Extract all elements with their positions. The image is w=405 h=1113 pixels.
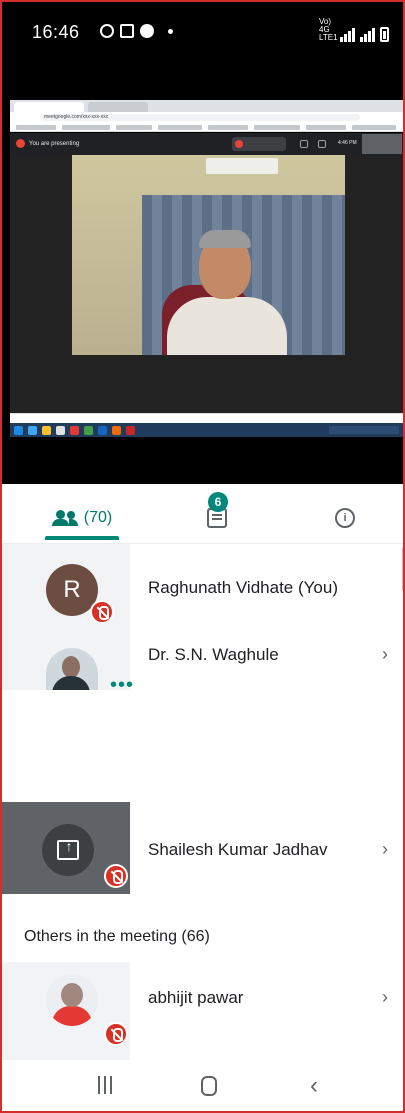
camera-frame: [72, 155, 345, 355]
tab-people[interactable]: (70): [42, 498, 122, 540]
signal-2-icon: [360, 28, 375, 42]
start-icon: [14, 426, 23, 435]
presenter-avatar-icon: [235, 140, 243, 148]
back-icon[interactable]: ‹: [310, 1072, 318, 1100]
signal-icon: [340, 28, 355, 42]
mic-off-icon: [90, 600, 114, 624]
android-nav-bar: ‹: [2, 1060, 403, 1111]
participant-row[interactable]: abhijit pawar ›: [2, 962, 403, 1060]
bookmark-item: [16, 125, 56, 130]
browser-tab-strip: [10, 100, 403, 112]
bookmark-item: [254, 125, 300, 130]
more-options-icon[interactable]: •••: [110, 675, 134, 695]
presenting-indicator: You are presenting: [16, 139, 79, 148]
presenting-label: You are presenting: [29, 140, 80, 147]
browser-tab: [88, 102, 148, 112]
camera-feed: [10, 155, 403, 413]
video-stage[interactable]: meetgoogle.com/xxx-xxx-xxx You are prese…: [2, 72, 403, 484]
participant-row[interactable]: R Raghunath Vidhate (You): [2, 544, 403, 690]
photo-head: [62, 656, 80, 678]
avatar-photo: [46, 648, 98, 690]
participant-tile: [2, 802, 130, 894]
photo-head: [61, 983, 83, 1007]
presenter-pill: [232, 137, 286, 151]
meet-top-bar: You are presenting 4:46 PM: [10, 133, 403, 155]
phone-screen: 16:46 Vo) 4G LTE1 meetgoogle.com/xxx-xxx…: [0, 0, 405, 1113]
bookmark-item: [208, 125, 248, 130]
bookmark-item: [352, 125, 396, 130]
participant-name: Shailesh Kumar Jadhav: [148, 840, 328, 859]
whatsapp-icon: [100, 24, 114, 38]
chevron-right-icon[interactable]: ›: [382, 987, 388, 1008]
presenting-screen-icon: [42, 824, 94, 876]
browser-tab: [14, 102, 84, 112]
people-count: (70): [83, 509, 113, 526]
folder-icon: [42, 426, 51, 435]
app-icon: [70, 426, 79, 435]
people-icon: [51, 510, 78, 526]
home-icon[interactable]: [201, 1076, 217, 1096]
app-icon: [56, 426, 65, 435]
system-tray: [329, 426, 399, 434]
screen-share: meetgoogle.com/xxx-xxx-xxx You are prese…: [10, 100, 403, 465]
participant-name: Raghunath Vidhate (You): [148, 578, 338, 597]
bookmark-item: [158, 125, 202, 130]
recent-apps-icon[interactable]: [98, 1076, 112, 1094]
address-input: meetgoogle.com/xxx-xxx-xxx: [40, 114, 360, 121]
chevron-right-icon[interactable]: ›: [382, 839, 388, 860]
person-body: [167, 297, 287, 355]
chevron-right-icon[interactable]: ›: [382, 644, 388, 665]
meeting-tabs: (70) 6 i: [2, 484, 403, 544]
status-right: Vo) 4G LTE1: [319, 18, 389, 42]
mic-off-icon: [104, 1022, 128, 1046]
chat-unread-badge: 6: [208, 492, 228, 512]
person-hair: [199, 230, 251, 248]
bookmark-item: [62, 125, 110, 130]
participant-row[interactable]: Shailesh Kumar Jadhav ›: [2, 802, 403, 894]
status-bar: 16:46 Vo) 4G LTE1: [2, 2, 403, 72]
status-time: 16:46: [32, 22, 80, 42]
presenting-icon: [16, 139, 25, 148]
camera-bottom-area: [10, 355, 403, 413]
mic-off-icon: [104, 864, 128, 888]
participant-tile: R: [2, 544, 130, 690]
bookmark-item: [306, 125, 346, 130]
more-notifications-dot-icon: [168, 28, 173, 34]
gallery-icon: [120, 24, 134, 38]
notification-circle-icon: [140, 24, 154, 38]
air-conditioner: [206, 158, 278, 174]
meet-clock: 4:46 PM: [338, 140, 357, 146]
photo-body: [52, 1006, 92, 1026]
browser-address-bar: meetgoogle.com/xxx-xxx-xxx: [10, 112, 403, 123]
download-bar: [10, 413, 403, 423]
word-icon: [98, 426, 107, 435]
battery-icon: [380, 27, 389, 42]
bookmarks-bar: [10, 123, 403, 132]
network-type: Vo) 4G LTE1: [319, 17, 338, 42]
photo-body: [52, 676, 90, 690]
others-header: Others in the meeting (66): [24, 928, 210, 945]
self-view-thumbnail: [362, 134, 402, 154]
participant-name: Dr. S.N. Waghule: [148, 645, 279, 664]
participant-tile: [2, 962, 130, 1060]
participant-name: abhijit pawar: [148, 988, 244, 1007]
avatar-photo: [46, 974, 98, 1026]
ie-icon: [28, 426, 37, 435]
acrobat-icon: [126, 426, 135, 435]
tab-info[interactable]: i: [330, 498, 360, 538]
notification-icons: [100, 24, 173, 38]
app-icon: [112, 426, 121, 435]
chat-mini-icon: [318, 140, 326, 148]
people-mini-icon: [300, 140, 308, 148]
chrome-icon: [84, 426, 93, 435]
bookmark-item: [116, 125, 152, 130]
info-icon: i: [335, 508, 355, 528]
windows-taskbar: [10, 423, 403, 437]
